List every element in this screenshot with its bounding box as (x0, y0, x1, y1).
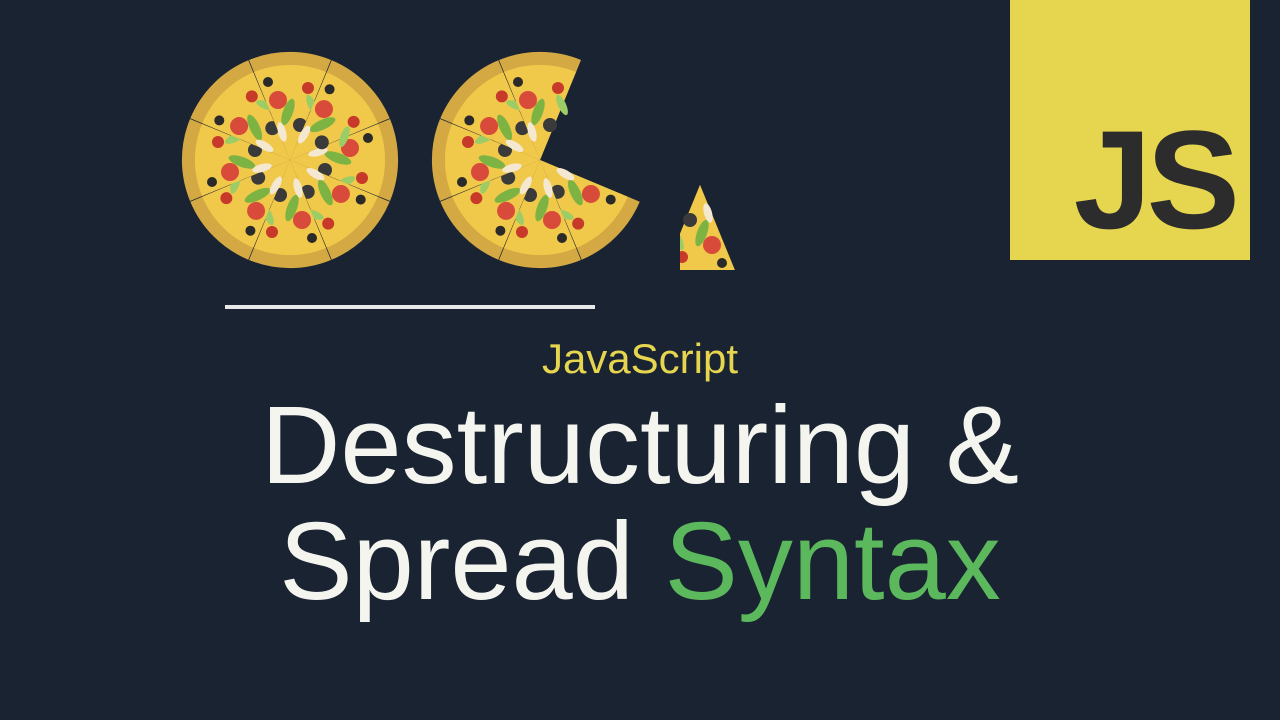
title-line-1: Destructuring & (261, 384, 1019, 507)
js-logo-badge: JS (1010, 0, 1250, 260)
title-block: JavaScript Destructuring & Spread Syntax (0, 335, 1280, 619)
title-syntax-word: Syntax (664, 500, 1000, 623)
title-line-2a: Spread (279, 500, 664, 623)
main-title: Destructuring & Spread Syntax (0, 388, 1280, 619)
js-logo-text: JS (1074, 110, 1235, 250)
subtitle-text: JavaScript (0, 335, 1280, 383)
divider-line (225, 305, 595, 309)
pizza-illustration-row (180, 50, 820, 270)
pizza-slice-icon (680, 50, 820, 270)
pizza-whole-icon (180, 50, 400, 270)
pizza-partial-icon (430, 50, 650, 270)
